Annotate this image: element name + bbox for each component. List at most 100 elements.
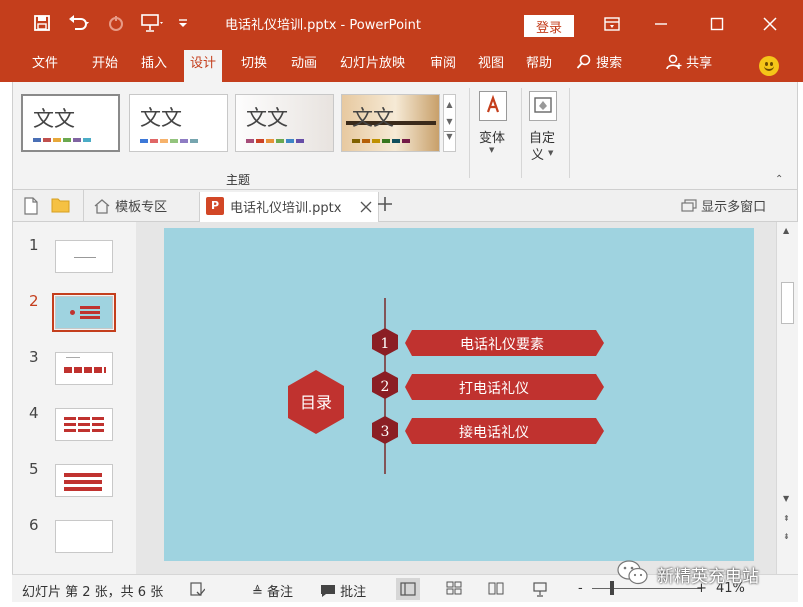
doc-tab-active[interactable]: P 电话礼仪培训.pptx (199, 192, 379, 222)
reading-view-icon[interactable] (488, 581, 504, 599)
slideshow-view-icon[interactable] (532, 581, 548, 601)
thumb-row (64, 473, 102, 477)
powerpoint-file-icon: P (206, 197, 224, 215)
item-label-2: 打电话礼仪 (459, 380, 529, 397)
thumb-row (64, 417, 104, 420)
redo-icon[interactable] (106, 11, 126, 35)
comment-icon (321, 585, 335, 597)
theme-gallery-scroll[interactable]: ▲ ▼ ▼ (443, 94, 456, 152)
tab-animations[interactable]: 动画 (291, 47, 317, 82)
tab-slideshow[interactable]: 幻灯片放映 (340, 47, 405, 82)
tab-design[interactable]: 设计 (184, 50, 223, 82)
group-separator (521, 88, 522, 178)
scrollbar-thumb[interactable] (781, 282, 794, 324)
thumb-item-bar (80, 311, 100, 314)
customize-label-line2[interactable]: 义 (531, 144, 544, 163)
theme-color-swatch (372, 139, 380, 143)
open-folder-icon[interactable] (51, 197, 71, 217)
variants-dropdown-icon[interactable]: ▼ (489, 146, 494, 154)
customize-dropdown-icon[interactable]: ▼ (548, 149, 553, 157)
thumb-row (64, 423, 104, 426)
search-button[interactable]: 搜索 (576, 47, 622, 82)
title-bar: 电话礼仪培训.pptx - PowerPoint 登录 (0, 0, 803, 47)
toc-title: 目录 (300, 393, 332, 412)
theme-color-swatch (140, 139, 148, 143)
theme-color-swatch (63, 138, 71, 142)
current-slide[interactable]: 目录 1 电话礼仪要素 2 打电话礼仪 3 接电话礼仪 (164, 228, 754, 561)
theme-color-swatch (73, 138, 81, 142)
variants-label[interactable]: 变体 (479, 127, 505, 146)
minimize-icon[interactable] (646, 10, 676, 38)
search-icon (576, 54, 591, 69)
slide-thumbnail-3[interactable] (55, 352, 113, 385)
theme-option-3[interactable]: 文文 (235, 94, 334, 152)
scroll-up-icon[interactable]: ▲ (783, 226, 789, 235)
theme-color-swatch (150, 139, 158, 143)
multi-window-label: 显示多窗口 (701, 200, 767, 215)
share-label: 共享 (686, 56, 713, 71)
maximize-icon[interactable] (702, 10, 732, 38)
slide-thumbnail-4[interactable] (55, 408, 113, 441)
zoom-slider-knob[interactable] (610, 581, 614, 595)
scroll-down-icon[interactable]: ▼ (783, 494, 789, 503)
theme-preview-text: 文文 (352, 106, 394, 130)
theme-option-2[interactable]: 文文 (129, 94, 228, 152)
new-tab-icon[interactable] (375, 194, 395, 218)
slide-thumbnail-1[interactable] (55, 240, 113, 273)
gallery-more-icon[interactable]: ▼ (444, 131, 455, 141)
theme-option-4[interactable]: 文文 (341, 94, 440, 152)
ribbon-design: 文文 文文 文文 文文 ▲ ▼ ▼ 主题 变体 ▼ 自定 义 ▼ ⌃ (12, 82, 798, 189)
normal-view-button[interactable] (396, 578, 420, 600)
slide-thumbnail-5[interactable] (55, 464, 113, 497)
theme-color-swatch (180, 139, 188, 143)
slideshow-from-start-icon[interactable] (138, 11, 164, 35)
vertical-scrollbar[interactable]: ▲ ▼ ⇞ ⇟ (776, 222, 798, 574)
ribbon-display-options-icon[interactable] (597, 10, 627, 38)
comments-label: 批注 (340, 585, 367, 600)
share-button[interactable]: 共享 (666, 47, 712, 82)
scroll-up-icon[interactable]: ▲ (444, 100, 455, 109)
comments-button[interactable]: 批注 (320, 581, 366, 600)
theme-option-1[interactable]: 文文 (21, 94, 120, 152)
theme-color-swatches (246, 139, 304, 143)
slide-sorter-view-icon[interactable] (446, 581, 462, 599)
close-icon[interactable] (755, 10, 785, 38)
variants-icon[interactable] (479, 91, 507, 121)
customize-icon[interactable] (529, 91, 557, 121)
spell-check-icon[interactable] (189, 581, 206, 601)
tab-transitions[interactable]: 切换 (241, 47, 267, 82)
save-icon[interactable] (31, 11, 53, 35)
tab-insert[interactable]: 插入 (141, 47, 167, 82)
slide-thumbnail-6[interactable] (55, 520, 113, 553)
undo-icon[interactable] (66, 11, 92, 35)
zoom-out-button[interactable]: - (578, 581, 583, 596)
previous-slide-icon[interactable]: ⇞ (783, 514, 790, 523)
close-tab-icon[interactable] (360, 201, 372, 213)
group-separator (469, 88, 470, 178)
notes-button[interactable]: ≜ 备注 (252, 581, 293, 600)
tab-help[interactable]: 帮助 (526, 47, 552, 82)
theme-preview-text: 文文 (246, 106, 288, 130)
collapse-ribbon-icon[interactable]: ⌃ (775, 174, 783, 185)
group-separator (569, 88, 570, 178)
new-document-icon[interactable] (23, 197, 39, 219)
customize-quick-access-icon[interactable] (176, 11, 190, 35)
login-button[interactable]: 登录 (524, 15, 574, 37)
window-title: 电话礼仪培训.pptx - PowerPoint (225, 18, 421, 33)
tab-view[interactable]: 视图 (478, 47, 504, 82)
show-multi-window-button[interactable]: 显示多窗口 (681, 196, 766, 215)
feedback-smiley-icon[interactable] (759, 56, 779, 76)
notes-label: 备注 (267, 585, 294, 600)
slide-content: 目录 1 电话礼仪要素 2 打电话礼仪 3 接电话礼仪 (288, 298, 604, 474)
item-label-1: 电话礼仪要素 (460, 337, 544, 353)
template-zone-tab[interactable]: 模板专区 (93, 196, 167, 215)
tab-review[interactable]: 审阅 (430, 47, 456, 82)
tab-home[interactable]: 开始 (92, 47, 118, 82)
scroll-down-icon[interactable]: ▼ (444, 117, 455, 126)
document-tabs-bar: 模板专区 P 电话礼仪培训.pptx 显示多窗口 (12, 189, 798, 222)
theme-color-swatch (402, 139, 410, 143)
next-slide-icon[interactable]: ⇟ (783, 532, 790, 541)
tab-file[interactable]: 文件 (32, 47, 58, 82)
slide-thumbnail-2[interactable] (52, 293, 116, 332)
theme-color-swatch (352, 139, 360, 143)
